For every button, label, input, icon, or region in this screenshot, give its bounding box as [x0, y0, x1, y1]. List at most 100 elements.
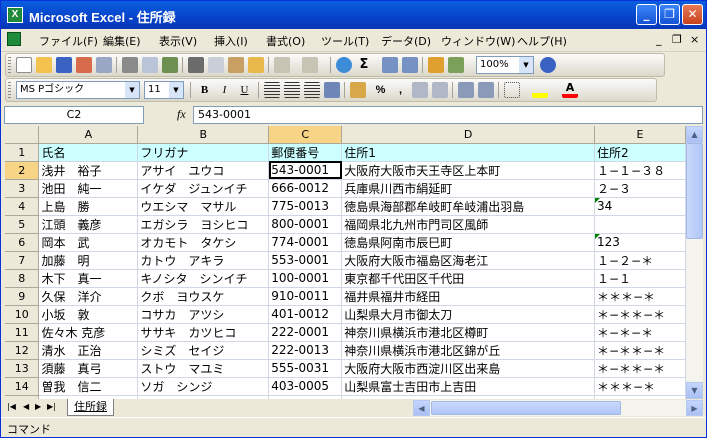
cell-c2[interactable]: 543-0001: [268, 161, 343, 180]
autosum-icon[interactable]: Σ: [356, 57, 372, 73]
chart-wizard-icon[interactable]: [428, 57, 444, 73]
cell-b13[interactable]: ストウ マユミ: [137, 359, 270, 378]
cell-b14[interactable]: ソガ シンジ: [137, 377, 270, 396]
cell-c5[interactable]: 800-0001: [268, 215, 343, 234]
formula-input[interactable]: 543-0001: [193, 106, 703, 124]
menu-insert[interactable]: 挿入(I): [214, 33, 248, 49]
cell-a8[interactable]: 木下 真一: [38, 269, 139, 288]
cell-c13[interactable]: 555-0031: [268, 359, 343, 378]
cell-e4[interactable]: 34: [594, 197, 686, 216]
font-color-icon[interactable]: A: [562, 82, 578, 98]
cell-c3[interactable]: 666-0012: [268, 179, 343, 198]
name-box[interactable]: C2: [4, 106, 144, 124]
cell-a9[interactable]: 久保 洋介: [38, 287, 139, 306]
cell-d14[interactable]: 山梨県富士吉田市上吉田: [341, 377, 595, 396]
scroll-left-icon[interactable]: ◀: [413, 400, 430, 416]
cell-d8[interactable]: 東京都千代田区千代田: [341, 269, 595, 288]
cell-e12[interactable]: ＊−＊＊−＊: [594, 341, 686, 360]
hyperlink-icon[interactable]: [336, 57, 352, 73]
cell-a7[interactable]: 加藤 明: [38, 251, 139, 270]
zoom-combo[interactable]: 100% ▼: [476, 56, 534, 74]
restore-button[interactable]: ❐: [659, 4, 680, 25]
currency-icon[interactable]: [350, 82, 366, 98]
cell-d10[interactable]: 山梨県大月市御太刀: [341, 305, 595, 324]
cell-c1[interactable]: 郵便番号: [268, 143, 343, 162]
menu-format[interactable]: 書式(O): [266, 33, 305, 49]
align-left-icon[interactable]: [264, 82, 280, 98]
decrease-decimal-icon[interactable]: [432, 82, 448, 98]
copy-icon[interactable]: [208, 57, 224, 73]
row-header[interactable]: 8: [5, 269, 40, 288]
increase-indent-icon[interactable]: [478, 82, 494, 98]
menu-help[interactable]: ヘルプ(H): [517, 33, 567, 49]
redo-icon[interactable]: [302, 57, 318, 73]
cell-a11[interactable]: 佐々木 克彦: [38, 323, 139, 342]
mdi-minimize-button[interactable]: _: [656, 33, 662, 46]
cell-b10[interactable]: コサカ アツシ: [137, 305, 270, 324]
cell-b2[interactable]: アサイ ユウコ: [137, 161, 270, 180]
scroll-right-icon[interactable]: ▶: [686, 400, 703, 416]
cell-a12[interactable]: 清水 正治: [38, 341, 139, 360]
worksheet-grid[interactable]: ABCDE 1 氏名 フリガナ 郵便番号 住所1 住所2 2 浅井 裕子 アサイ ユウコ 543-…: [5, 126, 686, 399]
cell-c12[interactable]: 222-0013: [268, 341, 343, 360]
column-header-c[interactable]: C: [268, 126, 343, 144]
cell-d6[interactable]: 徳島県阿南市辰巳町: [341, 233, 595, 252]
spelling-icon[interactable]: [162, 57, 178, 73]
merge-center-icon[interactable]: [324, 82, 340, 98]
last-sheet-icon[interactable]: ▶|: [47, 402, 56, 411]
cell-c9[interactable]: 910-0011: [268, 287, 343, 306]
cell-e5[interactable]: [594, 215, 686, 234]
cell-c10[interactable]: 401-0012: [268, 305, 343, 324]
column-header-b[interactable]: B: [137, 126, 270, 144]
cell-a2[interactable]: 浅井 裕子: [38, 161, 139, 180]
cell-a6[interactable]: 岡本 武: [38, 233, 139, 252]
cell-c8[interactable]: 100-0001: [268, 269, 343, 288]
menu-file[interactable]: ファイル(F): [39, 33, 98, 49]
row-header[interactable]: 7: [5, 251, 40, 270]
cell-d3[interactable]: 兵庫県川西市絹延町: [341, 179, 595, 198]
title-bar[interactable]: X Microsoft Excel - 住所録 _ ❐ ✕: [1, 1, 706, 29]
cell-a1[interactable]: 氏名: [38, 143, 139, 162]
cell-b8[interactable]: キノシタ シンイチ: [137, 269, 270, 288]
open-icon[interactable]: [36, 57, 52, 73]
cell-a3[interactable]: 池田 純一: [38, 179, 139, 198]
cell-c7[interactable]: 553-0001: [268, 251, 343, 270]
cell-b6[interactable]: オカモト タケシ: [137, 233, 270, 252]
row-header[interactable]: 1: [5, 143, 40, 162]
align-right-icon[interactable]: [304, 82, 320, 98]
cell-b3[interactable]: イケダ ジュンイチ: [137, 179, 270, 198]
drawing-icon[interactable]: [448, 57, 464, 73]
cell-e2[interactable]: １−１−３８: [594, 161, 686, 180]
cell-d12[interactable]: 神奈川県横浜市港北区錦が丘: [341, 341, 595, 360]
cell-e3[interactable]: ２−３: [594, 179, 686, 198]
cell-d4[interactable]: 徳島県海部郡牟岐町牟岐浦出羽島: [341, 197, 595, 216]
cell-b5[interactable]: エガシラ ヨシヒコ: [137, 215, 270, 234]
permission-icon[interactable]: [76, 57, 92, 73]
cell-b9[interactable]: クボ ヨウスケ: [137, 287, 270, 306]
sheet-tab-active[interactable]: 住所録: [67, 399, 114, 416]
scroll-up-icon[interactable]: ▲: [686, 126, 703, 143]
cell-e7[interactable]: １−２−＊: [594, 251, 686, 270]
increase-decimal-icon[interactable]: [412, 82, 428, 98]
vertical-scrollbar[interactable]: ▲ ▼: [686, 126, 703, 399]
row-header[interactable]: 14: [5, 377, 40, 396]
cell-e10[interactable]: ＊−＊＊−＊: [594, 305, 686, 324]
vertical-scroll-thumb[interactable]: [686, 143, 703, 239]
borders-icon[interactable]: [504, 82, 520, 98]
horizontal-scroll-thumb[interactable]: [431, 401, 621, 415]
column-header-e[interactable]: E: [594, 126, 686, 144]
cell-e11[interactable]: ＊−＊−＊: [594, 323, 686, 342]
new-icon[interactable]: [16, 57, 32, 73]
fill-color-icon[interactable]: [532, 82, 548, 98]
paste-icon[interactable]: [228, 57, 244, 73]
menu-tools[interactable]: ツール(T): [321, 33, 369, 49]
decrease-indent-icon[interactable]: [458, 82, 474, 98]
menu-view[interactable]: 表示(V): [159, 33, 197, 49]
cell-d1[interactable]: 住所1: [341, 143, 595, 162]
cell-a14[interactable]: 曽我 信二: [38, 377, 139, 396]
cell-e8[interactable]: １−１: [594, 269, 686, 288]
cell-b12[interactable]: シミズ セイジ: [137, 341, 270, 360]
format-painter-icon[interactable]: [248, 57, 264, 73]
chevron-down-icon[interactable]: ▼: [125, 82, 139, 98]
cell-a13[interactable]: 須藤 真弓: [38, 359, 139, 378]
